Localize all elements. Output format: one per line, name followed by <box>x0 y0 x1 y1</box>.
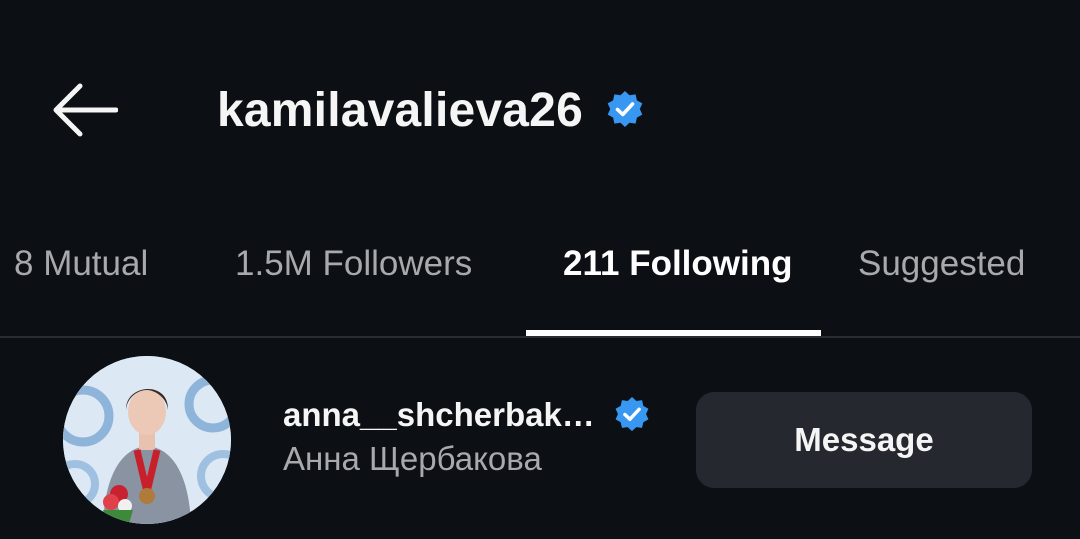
verified-badge-icon <box>613 396 651 434</box>
avatar[interactable] <box>63 356 231 524</box>
verified-badge-icon <box>605 90 645 130</box>
list-item[interactable]: anna__shcherbak… Анна Щербакова Message <box>0 340 1080 539</box>
message-button[interactable]: Message <box>696 392 1032 488</box>
tab-following[interactable]: 211 Following <box>563 244 792 334</box>
following-page: kamilavalieva26 8 Mutual 1.5M Followers … <box>0 0 1080 539</box>
arrow-left-icon <box>53 83 118 137</box>
tab-mutual[interactable]: 8 Mutual <box>14 244 148 334</box>
user-handle[interactable]: anna__shcherbak… <box>283 396 595 434</box>
profile-photo <box>63 356 231 524</box>
username-title: kamilavalieva26 <box>217 80 645 140</box>
user-full-name: Анна Щербакова <box>283 440 542 477</box>
tab-followers[interactable]: 1.5M Followers <box>235 244 472 334</box>
user-info[interactable]: anna__shcherbak… Анна Щербакова <box>283 392 683 478</box>
username: kamilavalieva26 <box>217 83 583 137</box>
back-button[interactable] <box>44 78 124 142</box>
profile-header: kamilavalieva26 <box>0 0 1080 220</box>
tabs-divider <box>0 336 1080 338</box>
tab-suggested[interactable]: Suggested <box>858 244 1025 334</box>
follow-tabs: 8 Mutual 1.5M Followers 211 Following Su… <box>0 220 1080 338</box>
handle-line: anna__shcherbak… <box>283 392 683 438</box>
